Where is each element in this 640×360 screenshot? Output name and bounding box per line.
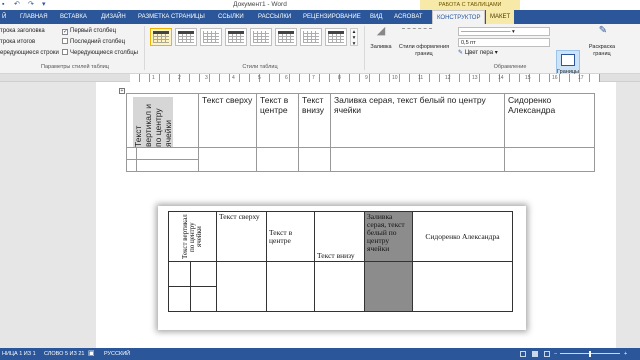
gray-cell	[364, 261, 413, 312]
table-cell[interactable]: Текст в центре	[256, 93, 299, 148]
table-cell[interactable]	[136, 147, 199, 160]
shading-button[interactable]: Заливка	[366, 44, 396, 51]
border-painter-button[interactable]: Раскраска границ	[584, 44, 620, 58]
table-move-handle[interactable]: +	[119, 88, 125, 94]
line-weight-select[interactable]: 0,5 пт	[458, 38, 550, 47]
vertical-text-cell: Текст вертикал и по центру ячейки	[133, 97, 173, 147]
table-cell	[190, 286, 217, 312]
table-cell[interactable]	[330, 147, 505, 172]
banded-rows-option[interactable]: ередующиеся строки	[0, 49, 59, 57]
table-style-thumb[interactable]	[225, 28, 247, 46]
table-cell	[266, 261, 315, 312]
example-table: Текст вертикал по центру ячейки Текст св…	[168, 211, 513, 312]
tab-home[interactable]: ГЛАВНАЯ	[20, 10, 48, 24]
checkbox[interactable]	[62, 38, 68, 44]
tab-mailings[interactable]: РАССЫЛКИ	[258, 10, 291, 24]
checkbox[interactable]	[62, 49, 68, 55]
tab-view[interactable]: ВИД	[370, 10, 382, 24]
table-style-thumb[interactable]	[200, 28, 222, 46]
borders-icon	[561, 54, 575, 66]
table-example-image[interactable]: Текст вертикал по центру ячейки Текст св…	[158, 206, 526, 330]
table-cell	[190, 261, 217, 287]
line-style-select[interactable]: ————————— ▾	[458, 27, 550, 36]
gray-cell: Заливка серая, текст белый по центру яче…	[364, 211, 413, 262]
separator	[364, 26, 365, 70]
tab-design[interactable]: ДИЗАЙН	[101, 10, 126, 24]
status-bar: НИЦА 1 ИЗ 1 СЛОВО 5 ИЗ 21 ▣ РУССКИЙ − +	[0, 348, 640, 360]
table-cell[interactable]: Заливка серая, текст белый по центру яче…	[330, 93, 505, 148]
ribbon: трока заголовка трока итогов ередующиеся…	[0, 24, 640, 88]
table-cell	[314, 261, 365, 312]
zoom-out-icon[interactable]: −	[554, 348, 557, 360]
table-cell: Текст сверху	[216, 211, 267, 262]
tab-acrobat[interactable]: ACROBAT	[394, 10, 423, 24]
border-styles-button[interactable]: Стили оформления границ	[396, 44, 452, 58]
word-table[interactable]: Текст вертикал и по центру ячейки Текст …	[126, 93, 595, 172]
styles-scroll-icon[interactable]: ▴ ▾ ▾	[350, 28, 358, 47]
table-style-thumb[interactable]	[175, 28, 197, 46]
horizontal-ruler[interactable]: 1 2 3 4 5 6 7 8 9 10 11 12 13 14 15 16 1…	[0, 74, 640, 82]
table-cell[interactable]	[298, 147, 331, 172]
separator	[144, 26, 145, 70]
table-cell	[168, 286, 191, 312]
table-style-thumb[interactable]	[325, 28, 347, 46]
table-cell: Текст вертикал по центру ячейки	[168, 211, 217, 262]
borders-group-label: Обрамление	[493, 64, 527, 70]
table-cell: Сидоренко Александра	[412, 211, 513, 262]
web-layout-icon[interactable]	[544, 351, 550, 357]
table-cell[interactable]: Текст вертикал и по центру ячейки	[126, 93, 199, 148]
table-cell[interactable]: Текст сверху	[198, 93, 257, 148]
banded-columns-option[interactable]: Чередующиеся столбцы	[62, 49, 138, 57]
ribbon-tabs: Й ГЛАВНАЯ ВСТАВКА ДИЗАЙН РАЗМЕТКА СТРАНИ…	[0, 10, 640, 24]
title-bar: ▪ ↶ ↷ ▾ Документ1 - Word РАБОТА С ТАБЛИЦ…	[0, 0, 640, 10]
table-cell	[216, 261, 267, 312]
tab-makeup[interactable]: МАКЕТ	[486, 10, 515, 24]
tab-file[interactable]: Й	[2, 10, 7, 24]
tab-page-layout[interactable]: РАЗМЕТКА СТРАНИЦЫ	[138, 10, 205, 24]
word-counter[interactable]: СЛОВО 5 ИЗ 21	[44, 348, 84, 360]
table-style-thumb[interactable]	[150, 28, 172, 46]
tab-constructor[interactable]: КОНСТРУКТОР	[432, 10, 486, 24]
table-cell	[412, 261, 513, 312]
table-cell[interactable]	[256, 147, 299, 172]
table-cell[interactable]: Текст внизу	[298, 93, 331, 148]
table-style-thumb[interactable]	[275, 28, 297, 46]
table-cell[interactable]	[198, 147, 257, 172]
border-painter-icon[interactable]: ✎	[596, 26, 610, 41]
table-styles-label: Стили таблиц	[242, 64, 278, 70]
print-layout-icon[interactable]	[532, 351, 538, 357]
zoom-in-icon[interactable]: +	[624, 348, 627, 360]
table-cell[interactable]	[136, 159, 199, 172]
pen-color-button[interactable]: ✎ Цвет пера ▾	[458, 49, 498, 57]
tab-review[interactable]: РЕЦЕНЗИРОВАНИЕ	[303, 10, 361, 24]
table-cell[interactable]	[126, 147, 137, 160]
proofing-icon[interactable]: ▣	[88, 348, 95, 360]
total-row-option[interactable]: трока итогов	[0, 38, 35, 46]
first-column-option[interactable]: Первый столбец	[62, 27, 116, 35]
zoom-slider-knob[interactable]	[589, 351, 591, 357]
context-group-title: РАБОТА С ТАБЛИЦАМИ	[420, 0, 520, 10]
header-row-option[interactable]: трока заголовка	[0, 27, 45, 35]
read-mode-icon[interactable]	[520, 351, 526, 357]
table-style-thumb[interactable]	[300, 28, 322, 46]
table-cell	[168, 261, 191, 287]
tab-insert[interactable]: ВСТАВКА	[60, 10, 87, 24]
tab-references[interactable]: ССЫЛКИ	[218, 10, 244, 24]
last-column-option[interactable]: Последний столбец	[62, 38, 125, 46]
paint-bucket-icon[interactable]: ◢	[368, 26, 394, 37]
table-cell[interactable]	[504, 147, 595, 172]
table-cell[interactable]	[126, 159, 137, 172]
checkbox-checked[interactable]	[62, 29, 68, 35]
table-style-options-label: Параметры стилей таблиц	[41, 64, 109, 70]
table-cell: Текст внизу	[314, 211, 365, 262]
pen-icon: ✎	[458, 50, 464, 56]
language-indicator[interactable]: РУССКИЙ	[104, 348, 130, 360]
page-counter[interactable]: НИЦА 1 ИЗ 1	[2, 348, 36, 360]
table-cell: Текст в центре	[266, 211, 315, 262]
table-cell[interactable]: Сидоренко Александра	[504, 93, 595, 148]
table-style-thumb[interactable]	[250, 28, 272, 46]
border-styles-icon	[402, 28, 432, 40]
